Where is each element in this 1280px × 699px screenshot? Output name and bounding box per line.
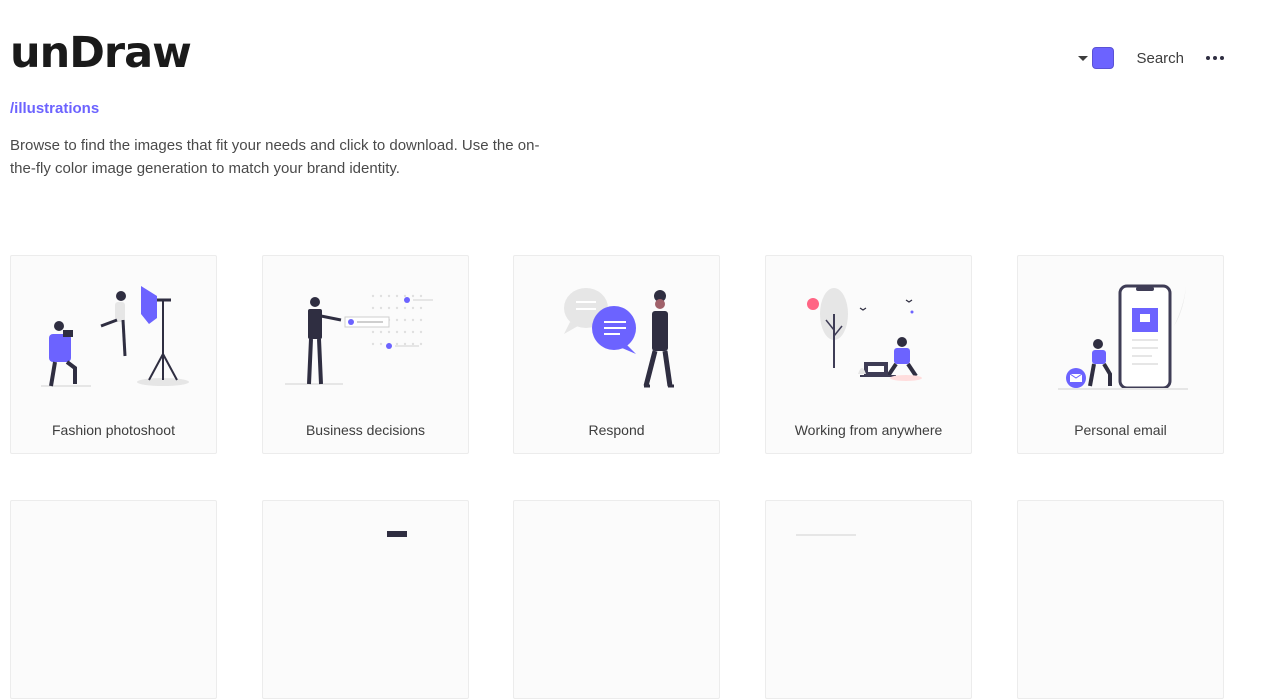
search-button[interactable]: Search xyxy=(1136,50,1184,67)
illustration-card[interactable] xyxy=(10,500,217,699)
illustration-preview xyxy=(796,534,856,536)
illustration-card-respond[interactable]: Respond xyxy=(513,255,720,454)
personal-email-illustration xyxy=(1058,284,1188,390)
illustration-preview xyxy=(387,531,407,537)
color-picker-swatch[interactable] xyxy=(1092,47,1115,69)
illustration-title: Personal email xyxy=(1074,422,1167,438)
illustration-title: Fashion photoshoot xyxy=(52,422,175,438)
illustration-card-working-from-anywhere[interactable]: Working from anywhere xyxy=(765,255,972,454)
illustration-card-fashion-photoshoot[interactable]: Fashion photoshoot xyxy=(10,255,217,454)
illustration-card[interactable] xyxy=(513,500,720,699)
illustration-card-personal-email[interactable]: Personal email xyxy=(1017,255,1224,454)
color-dropdown-caret-icon[interactable] xyxy=(1078,55,1089,61)
illustration-card[interactable] xyxy=(765,500,972,699)
illustration-title: Business decisions xyxy=(305,422,426,438)
illustration-card[interactable] xyxy=(262,500,469,699)
illustrations-link[interactable]: /illustrations xyxy=(10,100,99,117)
illustration-card[interactable] xyxy=(1017,500,1224,699)
illustration-title: Respond xyxy=(588,422,645,438)
illustration-title: Working from anywhere xyxy=(794,422,943,438)
working-from-anywhere-illustration xyxy=(807,288,922,381)
page-description: Browse to find the images that fit your … xyxy=(10,137,540,177)
fashion-photoshoot-illustration xyxy=(41,286,189,387)
respond-illustration xyxy=(564,288,674,388)
logo[interactable]: unDraw xyxy=(10,32,192,75)
more-horizontal-icon[interactable] xyxy=(1206,56,1224,60)
illustration-card-business-decisions[interactable]: Business decisions xyxy=(262,255,469,454)
business-decisions-illustration xyxy=(285,294,433,385)
toolbar: Search xyxy=(1078,46,1224,70)
